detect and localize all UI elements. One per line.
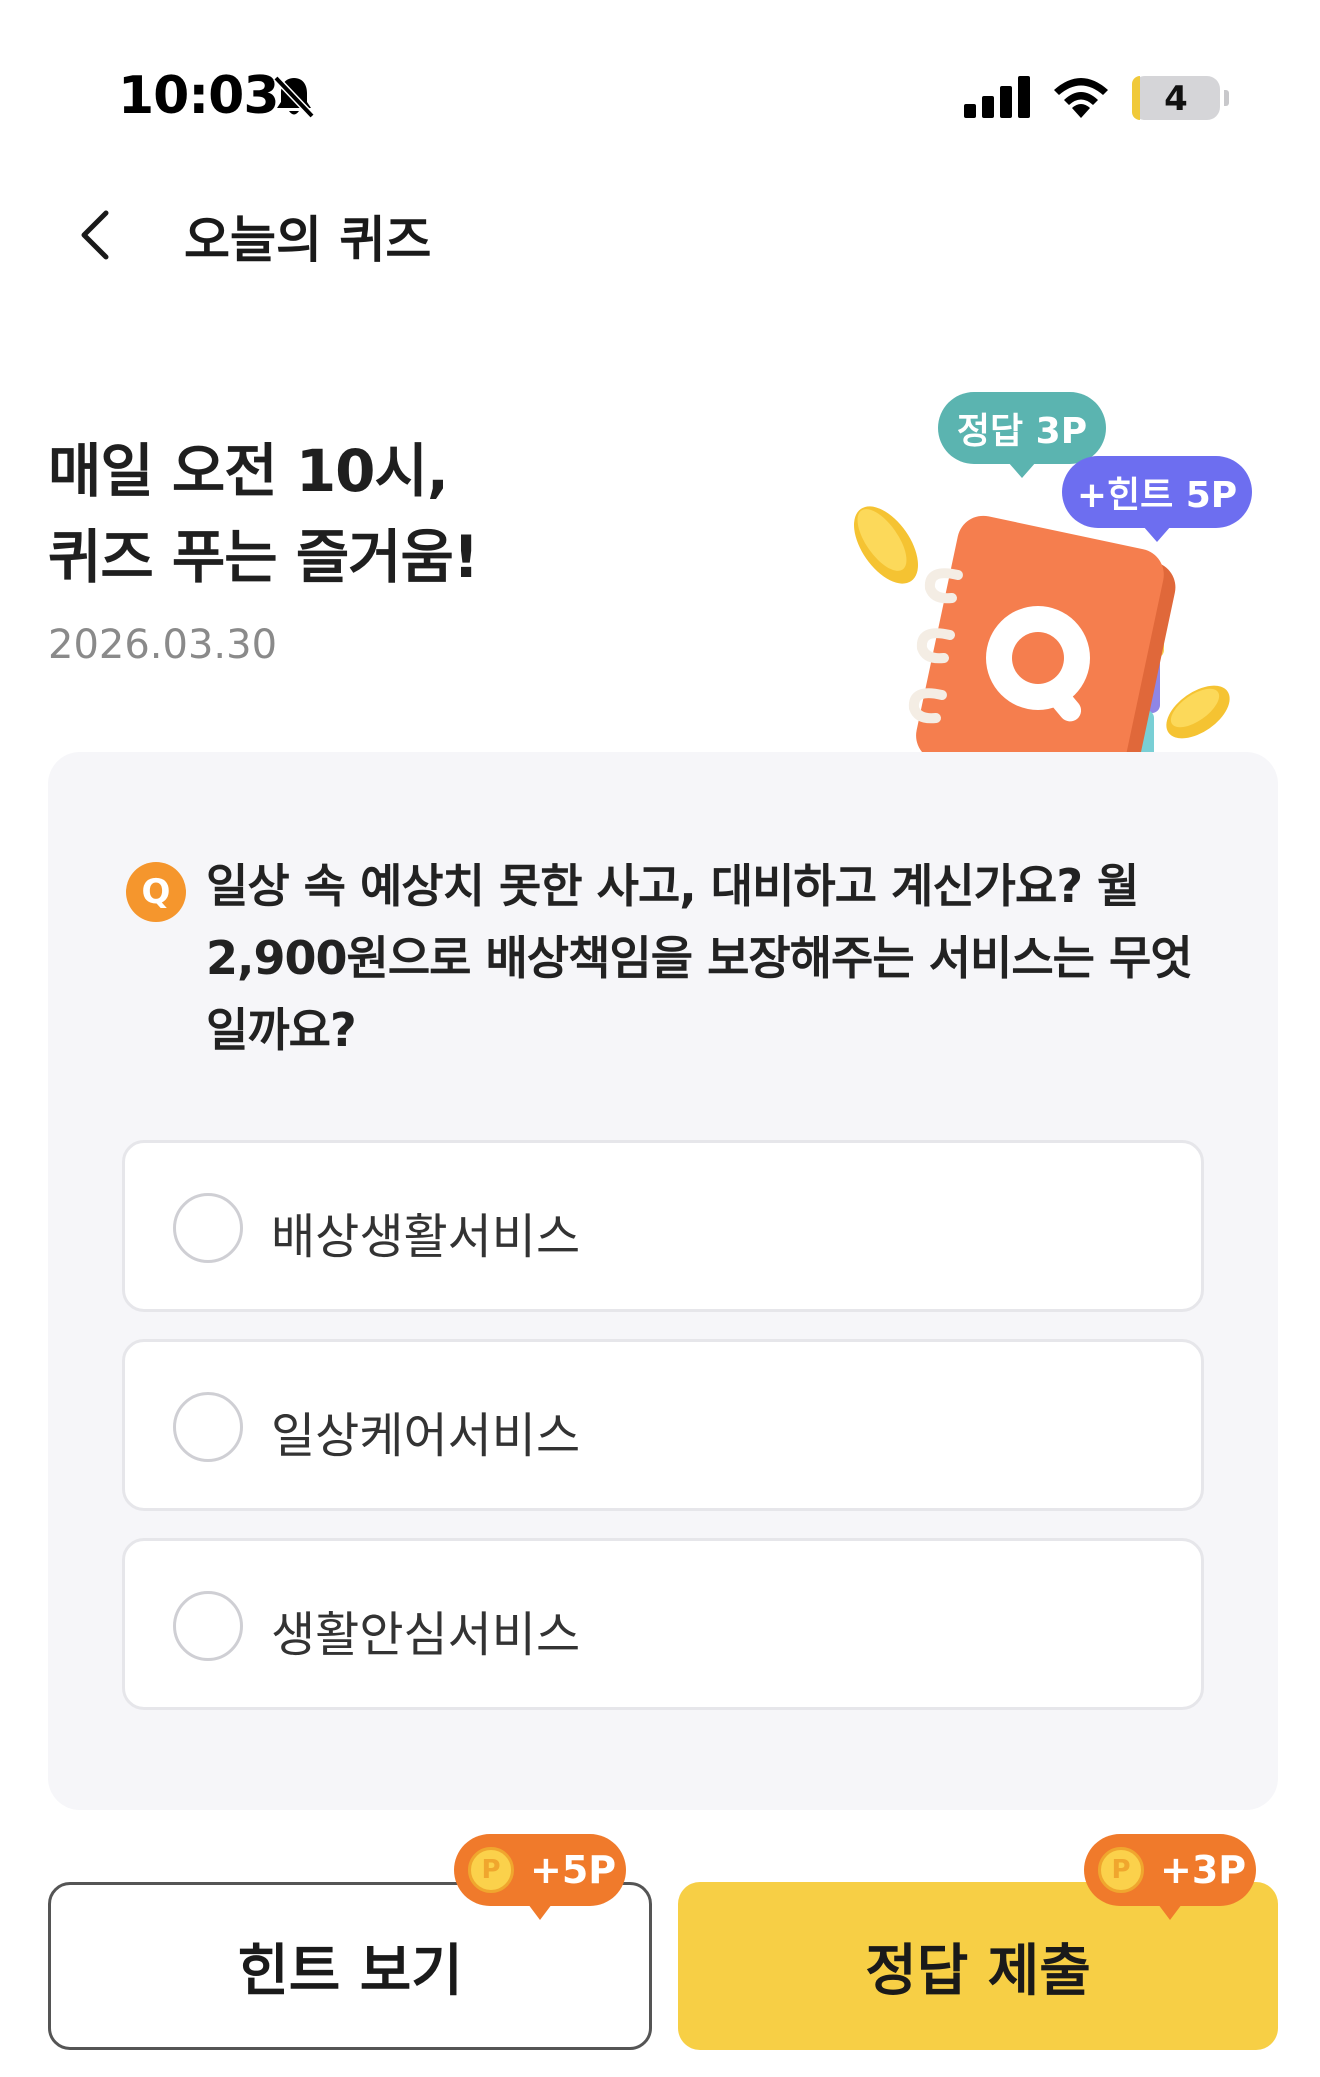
point-coin-icon: P <box>1098 1847 1144 1893</box>
bell-slash-icon <box>273 75 315 119</box>
battery-icon: 4 <box>1132 76 1220 120</box>
hint-points-bubble: +힌트 5P <box>1062 456 1252 542</box>
cellular-signal-icon <box>964 76 1030 118</box>
submit-reward-text: +3P <box>1160 1848 1247 1892</box>
view-hint-button[interactable]: 힌트 보기 <box>48 1882 652 2050</box>
chevron-left-icon <box>81 210 109 260</box>
radio-button[interactable] <box>173 1193 243 1263</box>
hero-title-line2: 퀴즈 푸는 즐거움! <box>48 523 479 591</box>
hero-title-line1: 매일 오전 10시, <box>48 437 449 505</box>
radio-button[interactable] <box>173 1591 243 1661</box>
radio-button[interactable] <box>173 1392 243 1462</box>
status-bar: 10:03 4 <box>0 0 1320 190</box>
hint-reward-text: +5P <box>530 1848 617 1892</box>
wifi-icon <box>1054 78 1108 118</box>
answer-option-3[interactable]: 생활안심서비스 <box>122 1538 1204 1710</box>
back-button[interactable] <box>66 200 126 270</box>
hero-title: 매일 오전 10시, 퀴즈 푸는 즐거움! <box>48 428 479 600</box>
option-label: 일상케어서비스 <box>271 1408 581 1464</box>
answer-option-1[interactable]: 배상생활서비스 <box>122 1140 1204 1312</box>
battery-level: 4 <box>1164 79 1188 119</box>
point-coin-icon: P <box>468 1847 514 1893</box>
option-label: 배상생활서비스 <box>271 1209 581 1265</box>
answer-option-2[interactable]: 일상케어서비스 <box>122 1339 1204 1511</box>
hint-reward-badge: P +5P <box>454 1834 626 1920</box>
quiz-date: 2026.03.30 <box>48 622 278 668</box>
answer-points-bubble: 정답 3P <box>938 392 1106 478</box>
page-title: 오늘의 퀴즈 <box>184 211 432 269</box>
option-label: 생활안심서비스 <box>271 1607 581 1663</box>
question-badge: Q <box>126 862 186 922</box>
submit-answer-button[interactable]: 정답 제출 <box>678 1882 1278 2050</box>
question-text: 일상 속 예상치 못한 사고, 대비하고 계신가요? 월 2,900원으로 배상… <box>206 859 1193 1057</box>
battery-cap <box>1224 90 1229 106</box>
status-time: 10:03 <box>118 66 280 126</box>
submit-reward-badge: P +3P <box>1084 1834 1256 1920</box>
